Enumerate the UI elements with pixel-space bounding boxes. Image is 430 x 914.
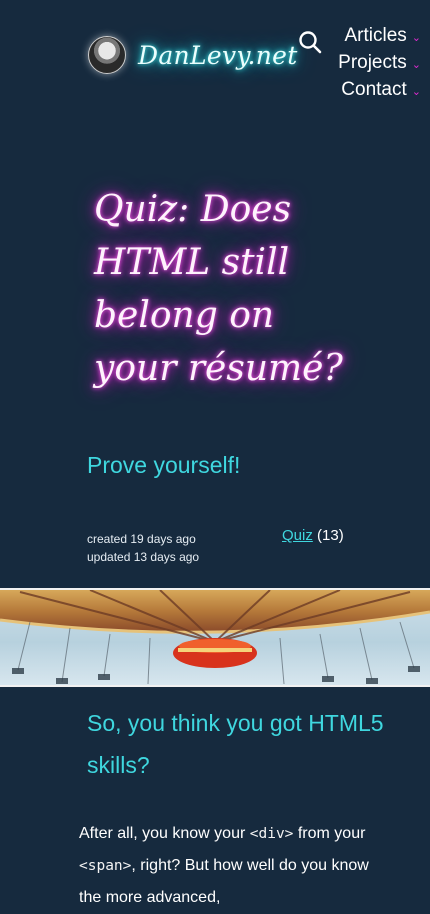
chevron-down-icon: ⌄ [411, 59, 421, 71]
paragraph-text: After all, you know your [79, 825, 250, 842]
nav-item-label: Articles [344, 24, 407, 46]
page-title: Quiz: Does HTML still belong on your rés… [94, 189, 343, 389]
created-date: created 19 days ago [87, 532, 196, 546]
paragraph-text: from your [293, 825, 366, 842]
brand-link[interactable]: DanLevy.net [88, 36, 298, 74]
site-header: DanLevy.net Articles ⌄ Projects ⌄ Contac… [0, 0, 430, 110]
chevron-down-icon: ⌄ [411, 32, 421, 44]
tag-list: Quiz (13) [282, 527, 344, 544]
hero-banner-image [0, 588, 430, 687]
site-logo-text: DanLevy.net [138, 40, 298, 70]
inline-code-div: <div> [249, 826, 294, 842]
article-dates: created 19 days ago updated 13 days ago [87, 530, 199, 566]
nav-item-projects[interactable]: Projects ⌄ [334, 49, 430, 76]
nav-item-contact[interactable]: Contact ⌄ [334, 76, 430, 103]
main-nav: Articles ⌄ Projects ⌄ Contact ⌄ [334, 22, 430, 103]
inline-code-span: <span> [79, 858, 132, 874]
search-icon[interactable] [298, 30, 322, 54]
section-heading: So, you think you got HTML5 skills? [87, 710, 384, 778]
nav-item-label: Contact [341, 78, 407, 100]
carousel-image [0, 590, 430, 685]
tag-count: (13) [317, 527, 344, 544]
nav-item-articles[interactable]: Articles ⌄ [334, 22, 430, 49]
nav-item-label: Projects [338, 51, 407, 73]
updated-date: updated 13 days ago [87, 550, 200, 564]
tag-link-quiz[interactable]: Quiz [282, 527, 313, 544]
chevron-down-icon: ⌄ [411, 86, 421, 98]
article-subtitle: Prove yourself! [87, 452, 241, 478]
avatar [88, 36, 126, 74]
